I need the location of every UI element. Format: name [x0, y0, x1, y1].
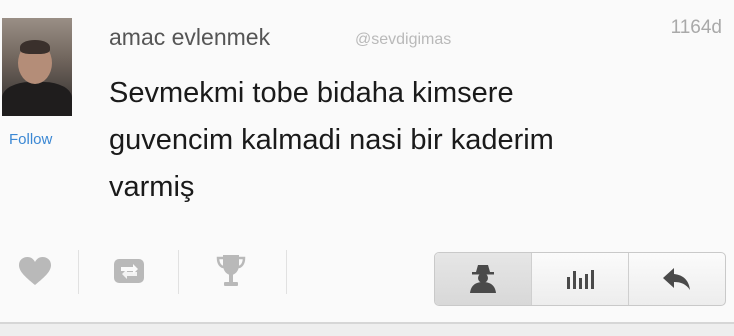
follow-button[interactable]: Follow	[9, 131, 52, 148]
timestamp: 1164d	[670, 17, 722, 38]
display-name[interactable]: amac evlenmek	[109, 24, 270, 51]
divider	[78, 250, 79, 294]
retweet-button[interactable]	[94, 236, 164, 306]
tweet-text-line: Sevmekmi tobe bidaha kimsere	[109, 77, 514, 109]
tweet-text-line: varmiş	[109, 171, 195, 203]
tweet-text-line: guvencim kalmadi nasi bir kaderim	[109, 124, 554, 156]
segmented-control	[434, 252, 726, 306]
stats-segment[interactable]	[532, 253, 629, 305]
reply-segment[interactable]	[629, 253, 725, 305]
profile-icon	[470, 265, 496, 293]
avatar-body	[2, 82, 72, 116]
stats-icon	[567, 270, 594, 289]
retweet-icon	[114, 259, 144, 283]
tweet-card: Follow amac evlenmek @sevdigimas 1164d S…	[0, 0, 734, 324]
tweet-text: Sevmekmi tobe bidaha kimsere guvencim ka…	[109, 70, 709, 211]
trophy-icon	[216, 255, 246, 286]
avatar-hair	[20, 40, 50, 54]
heart-icon	[19, 257, 51, 285]
profile-segment[interactable]	[435, 253, 532, 305]
trophy-button[interactable]	[196, 236, 266, 306]
reply-icon	[663, 268, 690, 290]
user-handle[interactable]: @sevdigimas	[355, 31, 451, 49]
divider	[178, 250, 179, 294]
favorite-button[interactable]	[0, 236, 70, 306]
divider	[0, 324, 734, 336]
divider	[286, 250, 287, 294]
avatar[interactable]	[2, 18, 72, 116]
